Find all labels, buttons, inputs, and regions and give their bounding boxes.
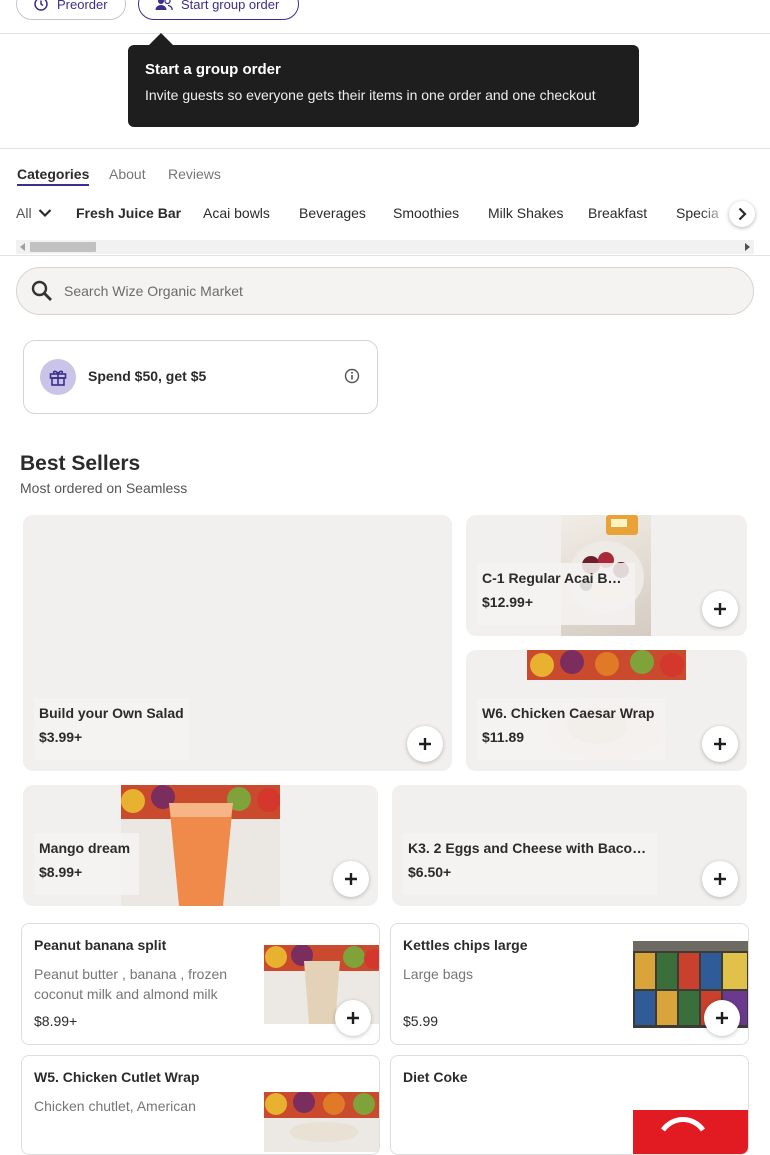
category-smoothies[interactable]: Smoothies bbox=[393, 205, 459, 221]
item-name: Build your Own Salad bbox=[39, 705, 184, 721]
item-price: $8.99+ bbox=[39, 864, 83, 880]
plus-icon bbox=[714, 603, 726, 615]
item-image bbox=[264, 1091, 379, 1152]
all-label: All bbox=[16, 205, 32, 221]
tab-reviews[interactable]: Reviews bbox=[168, 166, 221, 182]
wrap-image bbox=[264, 1091, 379, 1142]
menu-card-build-your-own-salad[interactable]: Build your Own Salad $3.99+ bbox=[23, 515, 452, 771]
item-name: Kettles chips large bbox=[403, 937, 528, 953]
divider bbox=[0, 148, 770, 149]
soda-image bbox=[633, 1110, 748, 1154]
item-price: $12.99+ bbox=[482, 594, 533, 610]
divider bbox=[0, 255, 770, 256]
item-label: W6. Chicken Caesar Wrap $11.89 bbox=[477, 698, 665, 760]
scroll-thumb[interactable] bbox=[30, 242, 96, 252]
promo-label: Spend $50, get $5 bbox=[88, 368, 207, 384]
plus-icon bbox=[347, 1012, 359, 1024]
item-price: $3.99+ bbox=[39, 729, 83, 745]
preorder-button[interactable]: Preorder bbox=[16, 0, 126, 20]
item-name: K3. 2 Eggs and Cheese with Bacon... bbox=[408, 840, 652, 856]
menu-item-diet-coke[interactable]: Diet Coke bbox=[390, 1055, 749, 1155]
item-price: $6.50+ bbox=[408, 864, 452, 880]
search-input[interactable] bbox=[62, 282, 666, 300]
item-description: Chicken chutlet, American bbox=[34, 1098, 196, 1114]
section-title: Best Sellers bbox=[20, 452, 141, 475]
menu-item-chicken-cutlet-wrap[interactable]: W5. Chicken Cutlet Wrap Chicken chutlet,… bbox=[21, 1055, 380, 1155]
gift-icon bbox=[40, 359, 76, 395]
tooltip-body: Invite guests so everyone gets their ite… bbox=[145, 87, 596, 103]
horizontal-scrollbar[interactable] bbox=[16, 240, 754, 254]
plus-icon bbox=[345, 873, 357, 885]
item-label: Build your Own Salad $3.99+ bbox=[34, 698, 189, 760]
plus-icon bbox=[716, 1012, 728, 1024]
add-item-button[interactable] bbox=[704, 1000, 740, 1036]
item-description: Large bags bbox=[403, 966, 474, 982]
divider bbox=[0, 33, 770, 34]
all-categories-dropdown[interactable]: All bbox=[16, 205, 52, 221]
item-label: K3. 2 Eggs and Cheese with Bacon... $6.5… bbox=[403, 833, 657, 895]
category-beverages[interactable]: Beverages bbox=[299, 205, 366, 221]
category-fresh-juice-bar[interactable]: Fresh Juice Bar bbox=[76, 205, 181, 221]
item-label: Mango dream $8.99+ bbox=[34, 833, 139, 895]
info-icon[interactable] bbox=[344, 368, 360, 384]
section-subtitle: Most ordered on Seamless bbox=[20, 480, 188, 496]
start-group-order-button[interactable]: Start group order bbox=[138, 0, 299, 20]
smoothie-image bbox=[121, 785, 281, 906]
menu-item-kettles-chips[interactable]: Kettles chips large Large bags $5.99 bbox=[390, 923, 749, 1045]
plus-icon bbox=[714, 873, 726, 885]
chevron-down-icon bbox=[38, 209, 51, 218]
item-name: W5. Chicken Cutlet Wrap bbox=[34, 1069, 200, 1085]
plus-icon bbox=[419, 738, 431, 750]
menu-card-mango-dream[interactable]: Mango dream $8.99+ bbox=[23, 785, 378, 906]
tab-categories[interactable]: Categories bbox=[17, 166, 90, 186]
item-description: Peanut butter , banana , frozen coconut … bbox=[34, 966, 228, 1002]
preorder-label: Preorder bbox=[57, 0, 108, 12]
fade-overlay bbox=[700, 200, 730, 226]
plus-icon bbox=[714, 738, 726, 750]
add-item-button[interactable] bbox=[335, 1000, 371, 1036]
search-icon bbox=[31, 280, 52, 301]
item-price: $11.89 bbox=[482, 729, 525, 745]
menu-card-chicken-caesar-wrap[interactable]: W6. Chicken Caesar Wrap $11.89 bbox=[466, 650, 747, 771]
add-item-button[interactable] bbox=[702, 726, 738, 762]
scroll-right-button[interactable] bbox=[729, 201, 755, 227]
add-item-button[interactable] bbox=[407, 726, 443, 762]
add-item-button[interactable] bbox=[333, 861, 369, 897]
menu-card-eggs-cheese-bacon[interactable]: K3. 2 Eggs and Cheese with Bacon... $6.5… bbox=[392, 785, 747, 906]
item-image bbox=[121, 785, 281, 906]
tab-about[interactable]: About bbox=[109, 166, 146, 182]
menu-card-acai-bowl[interactable]: C-1 Regular Acai Bowl $12.99+ bbox=[466, 515, 747, 636]
item-name: W6. Chicken Caesar Wrap bbox=[482, 705, 655, 721]
group-order-tooltip: Start a group order Invite guests so eve… bbox=[128, 45, 639, 127]
search-bar[interactable] bbox=[16, 267, 754, 315]
item-name: C-1 Regular Acai Bowl bbox=[482, 570, 630, 586]
group-icon bbox=[155, 0, 173, 11]
item-label: C-1 Regular Acai Bowl $12.99+ bbox=[477, 563, 635, 625]
category-breakfast[interactable]: Breakfast bbox=[588, 205, 647, 221]
item-image bbox=[633, 1110, 748, 1154]
add-item-button[interactable] bbox=[702, 591, 738, 627]
item-price: $8.99+ bbox=[34, 1013, 78, 1029]
item-name: Peanut banana split bbox=[34, 937, 167, 953]
category-milk-shakes[interactable]: Milk Shakes bbox=[488, 205, 563, 221]
chevron-right-icon bbox=[738, 207, 747, 221]
promo-card[interactable]: Spend $50, get $5 bbox=[23, 340, 378, 414]
add-item-button[interactable] bbox=[702, 861, 738, 897]
scroll-left-arrow-icon[interactable] bbox=[20, 243, 26, 251]
item-name: Diet Coke bbox=[403, 1069, 468, 1085]
menu-item-peanut-banana-split[interactable]: Peanut banana split Peanut butter , bana… bbox=[21, 923, 380, 1045]
item-price: $5.99 bbox=[403, 1013, 439, 1029]
category-acai-bowls[interactable]: Acai bowls bbox=[203, 205, 270, 221]
item-name: Mango dream bbox=[39, 840, 131, 856]
tooltip-title: Start a group order bbox=[145, 61, 281, 78]
start-group-order-label: Start group order bbox=[181, 0, 280, 12]
clock-icon bbox=[34, 0, 48, 11]
scroll-right-arrow-icon[interactable] bbox=[744, 243, 750, 251]
